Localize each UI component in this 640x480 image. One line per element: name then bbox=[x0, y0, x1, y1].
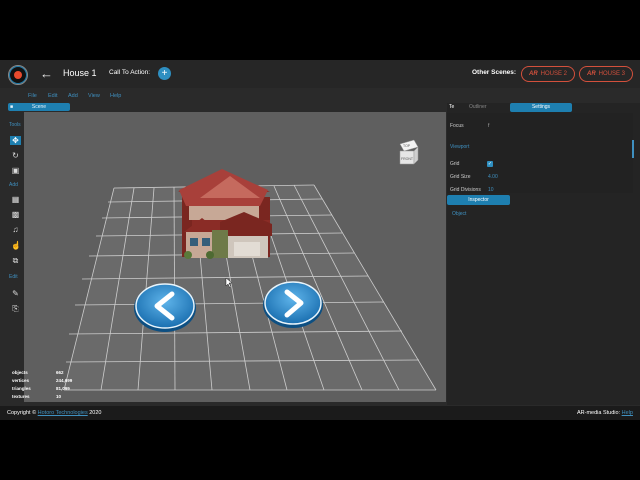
tab-scene[interactable]: ■ Scene bbox=[8, 103, 70, 111]
ar-logo: AR bbox=[586, 71, 596, 77]
stat-label: textures bbox=[12, 394, 30, 399]
scene-render: TOP FRONT bbox=[63, 139, 437, 391]
stat-value: 662 bbox=[56, 370, 64, 375]
menu-bar: File Edit Add View Help bbox=[0, 91, 447, 103]
grid-size-label: Grid Size bbox=[450, 174, 471, 180]
viewport-section-label: Viewport bbox=[450, 144, 470, 150]
arrow-left-icon[interactable]: ← bbox=[40, 66, 53, 81]
object-section-label: Object bbox=[452, 211, 467, 217]
other-scenes-label: Other Scenes: bbox=[472, 69, 517, 76]
menu-help[interactable]: Help bbox=[110, 93, 121, 99]
menu-add[interactable]: Add bbox=[68, 93, 78, 99]
grid-checkbox[interactable]: ✓ bbox=[487, 161, 493, 167]
copyright-year: 2020 bbox=[89, 410, 102, 416]
focus-value[interactable]: f bbox=[488, 123, 489, 129]
tab-settings[interactable]: Settings bbox=[510, 103, 572, 112]
stat-value: 81,099 bbox=[56, 386, 70, 391]
settings-label: Settings bbox=[531, 104, 551, 110]
help-link[interactable]: Help bbox=[622, 410, 633, 416]
next-button[interactable] bbox=[263, 281, 323, 328]
stat-value: 10 bbox=[56, 394, 62, 399]
settings-panel: Focus f Viewport Grid ✓ Grid Size 4.00 G… bbox=[447, 113, 633, 193]
ar-logo: AR bbox=[528, 71, 538, 77]
focus-label: Focus bbox=[450, 123, 464, 129]
rotate-icon[interactable]: ↻ bbox=[11, 151, 20, 160]
copyright-text: Copyright © Hotoro Technologies 2020 bbox=[7, 410, 101, 416]
grid-divisions-label: Grid Divisions bbox=[450, 187, 481, 193]
scene-label: HOUSE 2 bbox=[540, 71, 567, 77]
stat-label: vertices bbox=[12, 378, 30, 383]
grid-divisions-value[interactable]: 10 bbox=[488, 187, 494, 193]
right-panel: Te Outliner Settings Focus f Viewport Gr… bbox=[447, 103, 640, 405]
previous-button[interactable] bbox=[134, 283, 196, 332]
move-icon[interactable]: ✥ bbox=[10, 136, 21, 145]
tab-scene-label: Scene bbox=[31, 104, 47, 110]
settings-scrollbar[interactable] bbox=[632, 140, 634, 158]
video-icon[interactable]: ▩ bbox=[11, 210, 20, 219]
stat-label: objects bbox=[12, 370, 28, 375]
footer: Copyright © Hotoro Technologies 2020 AR-… bbox=[0, 406, 640, 420]
studio-label: AR-media Studio: bbox=[577, 410, 621, 416]
viewcube[interactable]: TOP FRONT bbox=[399, 139, 419, 165]
toolbar: Tools ✥ ↻ ▣ Add ▦ ▩ ♫ ☝ ⧉ Edit ✎ ⎘ bbox=[8, 120, 22, 316]
app-logo[interactable] bbox=[8, 65, 28, 85]
tab-inspector[interactable]: Inspector bbox=[447, 195, 510, 205]
tab-te[interactable]: Te bbox=[449, 103, 461, 112]
viewcube-top-label: TOP bbox=[403, 144, 411, 148]
viewcube-front-label: FRONT bbox=[401, 157, 414, 161]
grid-size-value[interactable]: 4.00 bbox=[488, 174, 498, 180]
edit-icon[interactable]: ✎ bbox=[11, 289, 20, 298]
house-model bbox=[178, 169, 272, 259]
scene-button-house-3[interactable]: AR HOUSE 3 bbox=[579, 66, 633, 82]
menu-edit[interactable]: Edit bbox=[48, 93, 57, 99]
3d-viewport[interactable]: TOP FRONT bbox=[24, 112, 446, 402]
call-to-action-label: Call To Action: bbox=[109, 69, 151, 76]
export-icon[interactable]: ⎘ bbox=[11, 304, 20, 313]
menu-file[interactable]: File bbox=[28, 93, 37, 99]
scene-button-house-2[interactable]: AR HOUSE 2 bbox=[521, 66, 575, 82]
scene-label: HOUSE 3 bbox=[598, 71, 625, 77]
add-call-to-action-button[interactable]: + bbox=[158, 67, 171, 80]
edit-section-label: Edit bbox=[9, 274, 18, 280]
copy-icon[interactable]: ⧉ bbox=[11, 256, 20, 265]
stat-label: triangles bbox=[12, 386, 31, 391]
inspector-label: Inspector bbox=[468, 197, 489, 203]
scale-icon[interactable]: ▣ bbox=[11, 166, 20, 175]
image-icon[interactable]: ▦ bbox=[11, 195, 20, 204]
studio-help: AR-media Studio: Help bbox=[577, 410, 633, 416]
project-title: House 1 bbox=[63, 68, 97, 78]
company-link[interactable]: Hotoro Technologies bbox=[38, 410, 88, 416]
top-bar: ← House 1 Call To Action: + Other Scenes… bbox=[0, 60, 640, 88]
scene-icon: ■ bbox=[10, 104, 14, 110]
tools-section-label: Tools bbox=[9, 122, 21, 128]
audio-icon[interactable]: ♫ bbox=[11, 225, 20, 234]
hand-icon[interactable]: ☝ bbox=[11, 241, 21, 250]
tab-outliner[interactable]: Outliner bbox=[469, 103, 509, 112]
menu-view[interactable]: View bbox=[88, 93, 100, 99]
scene-stats: objects 662 vertices 244,699 triangles 81,0… bbox=[12, 370, 72, 402]
add-section-label: Add bbox=[9, 182, 18, 188]
stat-value: 244,699 bbox=[56, 378, 73, 383]
copyright-prefix: Copyright © bbox=[7, 410, 37, 416]
grid-label: Grid bbox=[450, 161, 460, 167]
app-window: ← House 1 Call To Action: + Other Scenes… bbox=[0, 60, 640, 420]
